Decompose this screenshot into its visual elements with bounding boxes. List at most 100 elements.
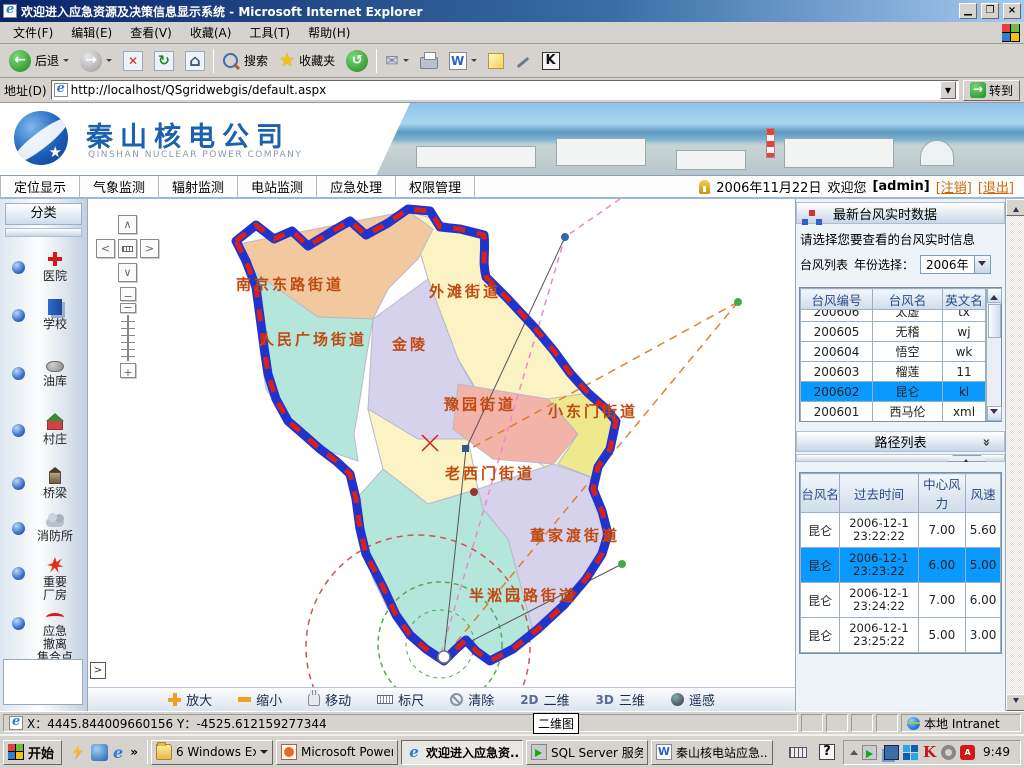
pan-right-button[interactable]: >: [140, 239, 159, 258]
ati-tray-icon[interactable]: A: [960, 745, 975, 760]
map-tool-zoom-out[interactable]: 缩小: [238, 690, 282, 709]
sidebar-item-oil-depot[interactable]: 油库: [0, 357, 88, 388]
typhoon-row[interactable]: 200605无稽wj: [801, 322, 986, 342]
sql-server-tray-icon[interactable]: [862, 745, 877, 760]
category-header[interactable]: 分类: [5, 203, 82, 225]
nav-tab-3[interactable]: 电站监测: [238, 174, 317, 199]
nav-tab-5[interactable]: 权限管理: [396, 174, 475, 199]
menu-item[interactable]: 帮助(H): [299, 22, 359, 43]
k-plugin-button[interactable]: K: [539, 50, 563, 72]
nav-tab-4[interactable]: 应急处理: [317, 174, 396, 199]
collapse-tab-handle[interactable]: [940, 455, 992, 462]
map-tool-clear[interactable]: 清除: [450, 690, 494, 709]
sidebar-item-village[interactable]: 村庄: [0, 414, 88, 446]
back-button[interactable]: ← 后退: [6, 48, 72, 74]
nav-tab-2[interactable]: 辐射监测: [159, 174, 238, 199]
grid-app-tray-icon[interactable]: [903, 745, 918, 760]
zoom-slider-handle[interactable]: −: [120, 303, 136, 313]
notes-button[interactable]: [485, 51, 507, 71]
typhoon-row[interactable]: 200602昆仑kl: [801, 382, 986, 402]
table-scrollbar[interactable]: [986, 288, 1001, 421]
typhoon-panel-header[interactable]: 最新台风实时数据: [796, 202, 1005, 224]
close-button[interactable]: ×: [1003, 3, 1021, 19]
sidebar-item-important-plant[interactable]: 重要厂房: [0, 557, 88, 602]
go-button[interactable]: → 转到: [963, 80, 1020, 101]
mail-button[interactable]: ✉: [382, 49, 411, 72]
column-header[interactable]: 英文名: [943, 289, 986, 310]
maximize-button[interactable]: ❐: [981, 3, 999, 19]
sidebar-item-school[interactable]: 学校: [0, 299, 88, 331]
map-tool-2d[interactable]: 2D 二维: [520, 690, 569, 709]
full-extent-button[interactable]: [118, 239, 137, 258]
column-header[interactable]: 台风编号: [801, 289, 873, 310]
menu-item[interactable]: 编辑(E): [62, 22, 121, 43]
exit-link[interactable]: [退出]: [978, 177, 1014, 196]
map-tool-pan[interactable]: 移动: [308, 690, 351, 709]
print-button[interactable]: [417, 51, 441, 71]
address-input[interactable]: [71, 82, 937, 98]
address-dropdown-button[interactable]: ▾: [940, 81, 956, 99]
network-tray-icon[interactable]: [884, 745, 899, 760]
column-header[interactable]: 台风名: [873, 289, 943, 310]
pan-left-button[interactable]: <: [96, 239, 115, 258]
menu-item[interactable]: 文件(F): [4, 22, 62, 43]
scroll-down-button[interactable]: [1006, 694, 1024, 711]
sidebar-item-fire-station[interactable]: 消防所: [0, 512, 88, 543]
map-tool-zoom-in[interactable]: 放大: [168, 690, 212, 709]
zoom-out-step-button[interactable]: −: [120, 287, 136, 301]
scroll-up-button[interactable]: [1006, 199, 1024, 216]
typhoon-row[interactable]: 200601西马伦xml: [801, 402, 986, 422]
home-button[interactable]: ⌂: [182, 49, 208, 73]
quick-launch-overflow-button[interactable]: »: [128, 745, 140, 759]
kaspersky-tray-icon[interactable]: K: [922, 745, 937, 760]
sidebar-item-hospital[interactable]: 医院: [0, 251, 88, 283]
column-header[interactable]: 台风名: [801, 474, 840, 513]
path-row[interactable]: 昆仑2006-12-123:23:226.005.00: [801, 548, 1001, 583]
page-scrollbar[interactable]: [1005, 199, 1024, 711]
favorites-button[interactable]: ★ 收藏夹: [276, 48, 338, 73]
edit-button[interactable]: [512, 51, 534, 71]
typhoon-row[interactable]: 200603榴莲11: [801, 362, 986, 382]
path-row[interactable]: 昆仑2006-12-123:25:225.003.00: [801, 618, 1001, 653]
help-button[interactable]: ?: [814, 740, 840, 764]
sidebar-expand-button[interactable]: >: [90, 662, 106, 679]
column-header[interactable]: 过去时间: [840, 474, 918, 513]
typhoon-row[interactable]: 200604悟空wk: [801, 342, 986, 362]
typhoon-row[interactable]: 200606太虚tx: [801, 310, 986, 322]
pan-down-button[interactable]: ∨: [118, 263, 137, 282]
sidebar-item-bridge[interactable]: 桥梁: [0, 467, 88, 500]
typhoon-table-body[interactable]: 200606太虚tx200605无稽wj200604悟空wk200603榴莲11…: [800, 310, 986, 421]
sidebar-item-assembly-point[interactable]: 应急撤离集合点: [0, 607, 88, 664]
year-select[interactable]: 2006年: [920, 255, 991, 274]
launch-messenger-icon[interactable]: [69, 744, 86, 761]
scroll-down-button[interactable]: [987, 406, 1002, 421]
minimize-button[interactable]: ▁: [959, 3, 977, 19]
taskbar-button[interactable]: 秦山核电站应急...: [651, 740, 773, 765]
logout-link[interactable]: [注销]: [936, 177, 972, 196]
nav-tab-1[interactable]: 气象监测: [80, 174, 159, 199]
map-tool-remote[interactable]: 遥感: [671, 690, 715, 709]
taskbar-button[interactable]: 6 Windows Expl...: [151, 740, 273, 765]
stop-button[interactable]: ✕: [120, 49, 146, 73]
taskbar-button[interactable]: 欢迎进入应急资...: [401, 740, 523, 765]
path-row[interactable]: 昆仑2006-12-123:24:227.006.00: [801, 583, 1001, 618]
map-tool-3d[interactable]: 3D 三维: [596, 690, 645, 709]
map-tool-ruler[interactable]: 标尺: [377, 690, 424, 709]
forward-button[interactable]: →: [77, 48, 115, 74]
scroll-up-button[interactable]: [987, 288, 1002, 303]
column-header[interactable]: 中心风力: [918, 474, 965, 513]
scroll-thumb[interactable]: [988, 304, 1001, 338]
column-header[interactable]: 风速: [966, 474, 1001, 513]
launch-desktop-icon[interactable]: [91, 744, 108, 761]
menu-item[interactable]: 工具(T): [240, 22, 299, 43]
taskbar-button[interactable]: SQL Server 服务...: [526, 740, 648, 765]
search-button[interactable]: 搜索: [219, 50, 271, 72]
nav-tab-0[interactable]: 定位显示: [0, 174, 80, 199]
panel-splitter[interactable]: [796, 454, 1005, 462]
path-list-header[interactable]: 路径列表 »: [796, 431, 1005, 452]
menu-item[interactable]: 查看(V): [121, 22, 181, 43]
edit-word-button[interactable]: W: [446, 50, 480, 72]
history-button[interactable]: ↺: [343, 48, 371, 74]
taskbar-button[interactable]: Microsoft PowerP...: [276, 740, 398, 765]
start-button[interactable]: 开始: [3, 740, 62, 765]
